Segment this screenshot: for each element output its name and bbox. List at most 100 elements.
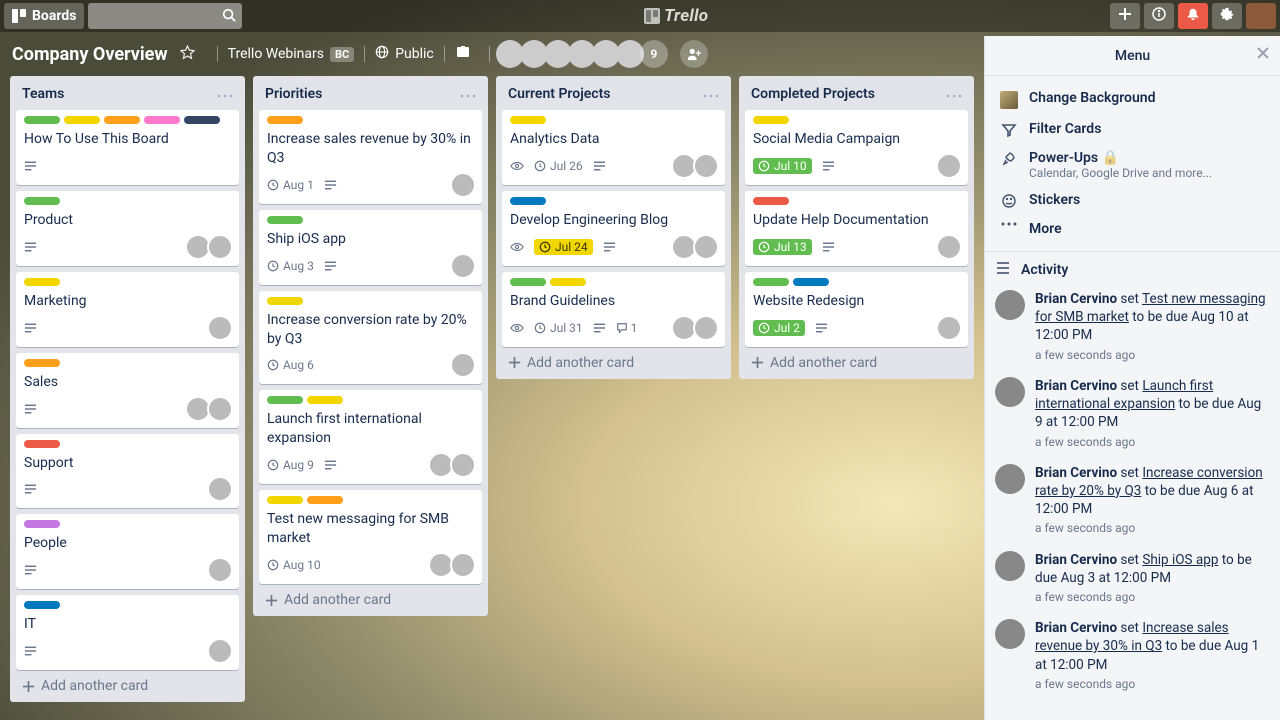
- activity-icon: [995, 260, 1011, 280]
- lock-icon: 🔒: [1102, 150, 1119, 166]
- member-avatar[interactable]: [936, 234, 962, 260]
- card[interactable]: Analytics DataJul 26: [502, 110, 725, 185]
- card-title: Ship iOS app: [267, 230, 474, 249]
- label-orange: [104, 116, 140, 124]
- card[interactable]: Launch first international expansionAug …: [259, 390, 482, 484]
- close-menu-button[interactable]: [1256, 46, 1270, 64]
- member-avatar[interactable]: [693, 153, 719, 179]
- card[interactable]: Support: [16, 434, 239, 509]
- due-badge: Jul 26: [534, 159, 583, 173]
- member-avatar[interactable]: [936, 315, 962, 341]
- card[interactable]: IT: [16, 595, 239, 670]
- boards-button[interactable]: Boards: [4, 3, 84, 29]
- visibility-button[interactable]: Public: [375, 45, 434, 63]
- member-avatar[interactable]: [207, 476, 233, 502]
- search-input[interactable]: [88, 3, 242, 29]
- menu-filter-cards[interactable]: Filter Cards: [995, 115, 1270, 144]
- description-icon: [24, 646, 37, 656]
- card[interactable]: Increase sales revenue by 30% in Q3Aug 1: [259, 110, 482, 204]
- member-avatar[interactable]: [207, 234, 233, 260]
- list-menu-button[interactable]: [217, 86, 233, 102]
- notifications-button[interactable]: [1178, 3, 1208, 29]
- add-button[interactable]: [1110, 3, 1140, 29]
- member-avatar[interactable]: [450, 172, 476, 198]
- card[interactable]: Ship iOS appAug 3: [259, 210, 482, 285]
- card[interactable]: Test new messaging for SMB marketAug 10: [259, 490, 482, 584]
- globe-icon: [375, 45, 389, 63]
- trello-logo[interactable]: Trello: [246, 6, 1106, 26]
- description-icon: [24, 161, 37, 171]
- label-green: [267, 216, 303, 224]
- member-avatar[interactable]: [450, 352, 476, 378]
- list-menu-button[interactable]: [946, 86, 962, 102]
- menu-power-ups[interactable]: Power-Ups 🔒Calendar, Google Drive and mo…: [995, 144, 1270, 186]
- card-title: Website Redesign: [753, 292, 960, 311]
- member-avatar[interactable]: [450, 552, 476, 578]
- list-menu-button[interactable]: [703, 86, 719, 102]
- activity-time: a few seconds ago: [1035, 520, 1270, 536]
- description-icon: [24, 242, 37, 252]
- card[interactable]: Marketing: [16, 272, 239, 347]
- card[interactable]: Increase conversion rate by 20% by Q3Aug…: [259, 291, 482, 385]
- activity-header: Activity: [995, 260, 1270, 280]
- card[interactable]: People: [16, 514, 239, 589]
- card[interactable]: Product: [16, 191, 239, 266]
- card-members: [432, 452, 476, 478]
- menu-change-background[interactable]: Change Background: [995, 84, 1270, 115]
- list-name[interactable]: Current Projects: [508, 86, 703, 102]
- star-button[interactable]: [180, 45, 195, 64]
- menu-more[interactable]: More: [995, 215, 1270, 243]
- team-name[interactable]: Trello Webinars BC: [228, 46, 355, 62]
- card[interactable]: Website Redesign Jul 2: [745, 272, 968, 347]
- card-members: [211, 557, 233, 583]
- card[interactable]: Develop Engineering BlogJul 24: [502, 191, 725, 266]
- member-avatar[interactable]: [207, 638, 233, 664]
- card-labels: [24, 359, 231, 367]
- info-button[interactable]: [1144, 3, 1174, 29]
- member-avatar[interactable]: [693, 315, 719, 341]
- card-badges: [24, 476, 231, 502]
- board-title[interactable]: Company Overview: [12, 44, 168, 65]
- member-avatar[interactable]: [207, 315, 233, 341]
- briefcase-icon[interactable]: [455, 44, 471, 64]
- card-title: Develop Engineering Blog: [510, 211, 717, 230]
- activity-link[interactable]: Ship iOS app: [1142, 552, 1218, 568]
- list-name[interactable]: Priorities: [265, 86, 460, 102]
- member-avatar[interactable]: [450, 253, 476, 279]
- add-card-button[interactable]: Add another card: [259, 584, 482, 610]
- board-canvas[interactable]: Teams How To Use This BoardProductMarketi…: [0, 76, 984, 720]
- settings-button[interactable]: [1212, 3, 1242, 29]
- description-icon: [24, 565, 37, 575]
- member-avatar[interactable]: [207, 557, 233, 583]
- card[interactable]: Update Help DocumentationJul 13: [745, 191, 968, 266]
- user-avatar[interactable]: [1246, 3, 1276, 29]
- list-name[interactable]: Teams: [22, 86, 217, 102]
- card-members: [940, 315, 962, 341]
- label-orange: [24, 359, 60, 367]
- member-avatar[interactable]: [207, 396, 233, 422]
- card[interactable]: Social Media CampaignJul 10: [745, 110, 968, 185]
- due-badge: Jul 10: [753, 158, 812, 174]
- member-avatar[interactable]: [693, 234, 719, 260]
- card[interactable]: Brand GuidelinesJul 311: [502, 272, 725, 347]
- card[interactable]: How To Use This Board: [16, 110, 239, 185]
- member-overflow[interactable]: 9: [640, 40, 668, 68]
- gear-icon: [1220, 7, 1234, 25]
- list-name[interactable]: Completed Projects: [751, 86, 946, 102]
- add-card-button[interactable]: Add another card: [745, 347, 968, 373]
- search-box[interactable]: [88, 3, 242, 29]
- card-badges: Jul 2: [753, 315, 960, 341]
- list-menu-button[interactable]: [460, 86, 476, 102]
- member-avatar[interactable]: [450, 452, 476, 478]
- activity-avatar: [995, 551, 1025, 581]
- board-members[interactable]: 9: [500, 40, 668, 68]
- member-avatar[interactable]: [936, 153, 962, 179]
- top-nav: Boards Trello: [0, 0, 1280, 32]
- add-card-button[interactable]: Add another card: [502, 347, 725, 373]
- label-yellow: [24, 278, 60, 286]
- card[interactable]: Sales: [16, 353, 239, 428]
- menu-stickers[interactable]: Stickers: [995, 186, 1270, 215]
- add-card-button[interactable]: Add another card: [16, 670, 239, 696]
- watch-icon: [510, 161, 524, 171]
- add-member-button[interactable]: [680, 40, 708, 68]
